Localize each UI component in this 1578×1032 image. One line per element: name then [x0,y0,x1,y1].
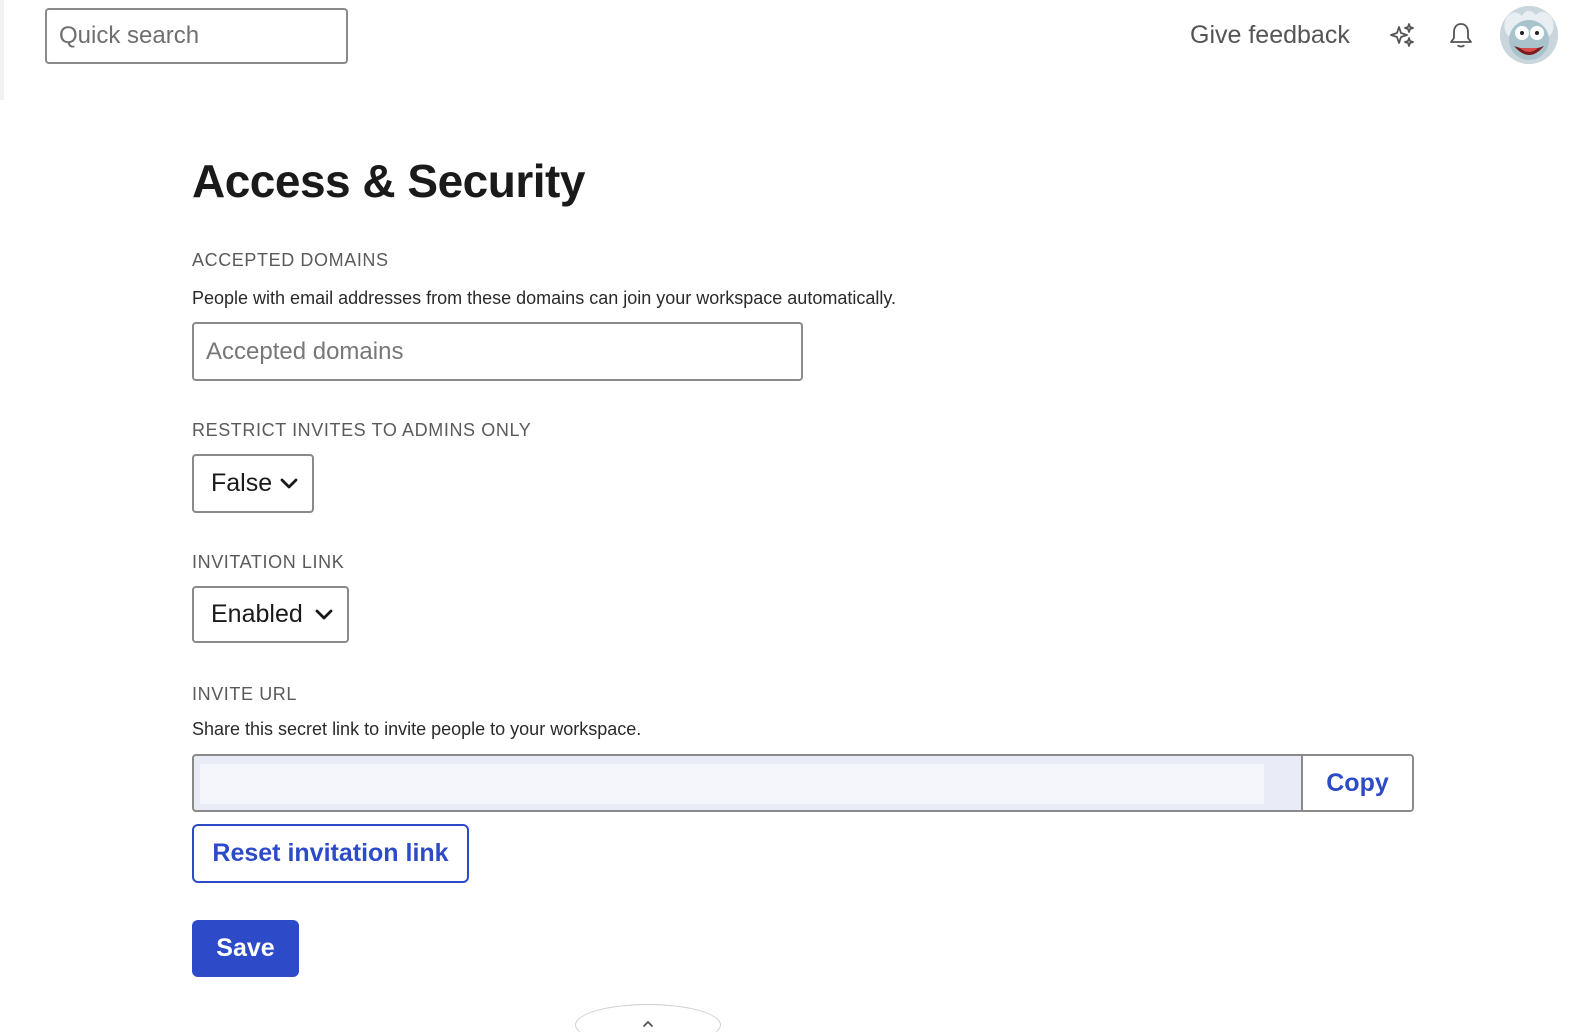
accepted-domains-label: ACCEPTED DOMAINS [192,250,389,270]
user-avatar[interactable] [1500,6,1558,64]
save-button[interactable]: Save [192,920,299,977]
restrict-invites-value: False [211,469,273,497]
page-title: Access & Security [192,155,585,207]
restrict-invites-label: RESTRICT INVITES TO ADMINS ONLY [192,420,532,440]
invite-url-group: Copy [192,754,1414,812]
restrict-invites-select[interactable]: False [192,454,314,513]
invitation-link-select[interactable]: Enabled [192,586,349,643]
accepted-domains-description: People with email addresses from these d… [192,288,897,308]
copy-button[interactable]: Copy [1301,756,1412,810]
bell-icon[interactable] [1446,20,1476,50]
chevron-down-icon [315,609,333,619]
chevron-down-icon [280,478,298,488]
sparkle-icon[interactable] [1388,20,1418,50]
give-feedback-link[interactable]: Give feedback [1190,19,1350,51]
invitation-link-label: INVITATION LINK [192,552,345,572]
quick-search-input[interactable] [45,8,348,64]
chevron-up-icon [643,1020,653,1027]
invitation-link-value: Enabled [211,600,303,628]
reset-invitation-link-button[interactable]: Reset invitation link [192,824,469,883]
invite-url-field[interactable] [200,764,1264,804]
page: Give feedback [0,0,1578,1032]
top-bar: Give feedback [0,0,1578,72]
invite-url-description: Share this secret link to invite people … [192,719,642,739]
scroll-up-handle[interactable] [575,1004,721,1032]
accepted-domains-input[interactable] [192,322,803,381]
invite-url-label: INVITE URL [192,684,298,704]
